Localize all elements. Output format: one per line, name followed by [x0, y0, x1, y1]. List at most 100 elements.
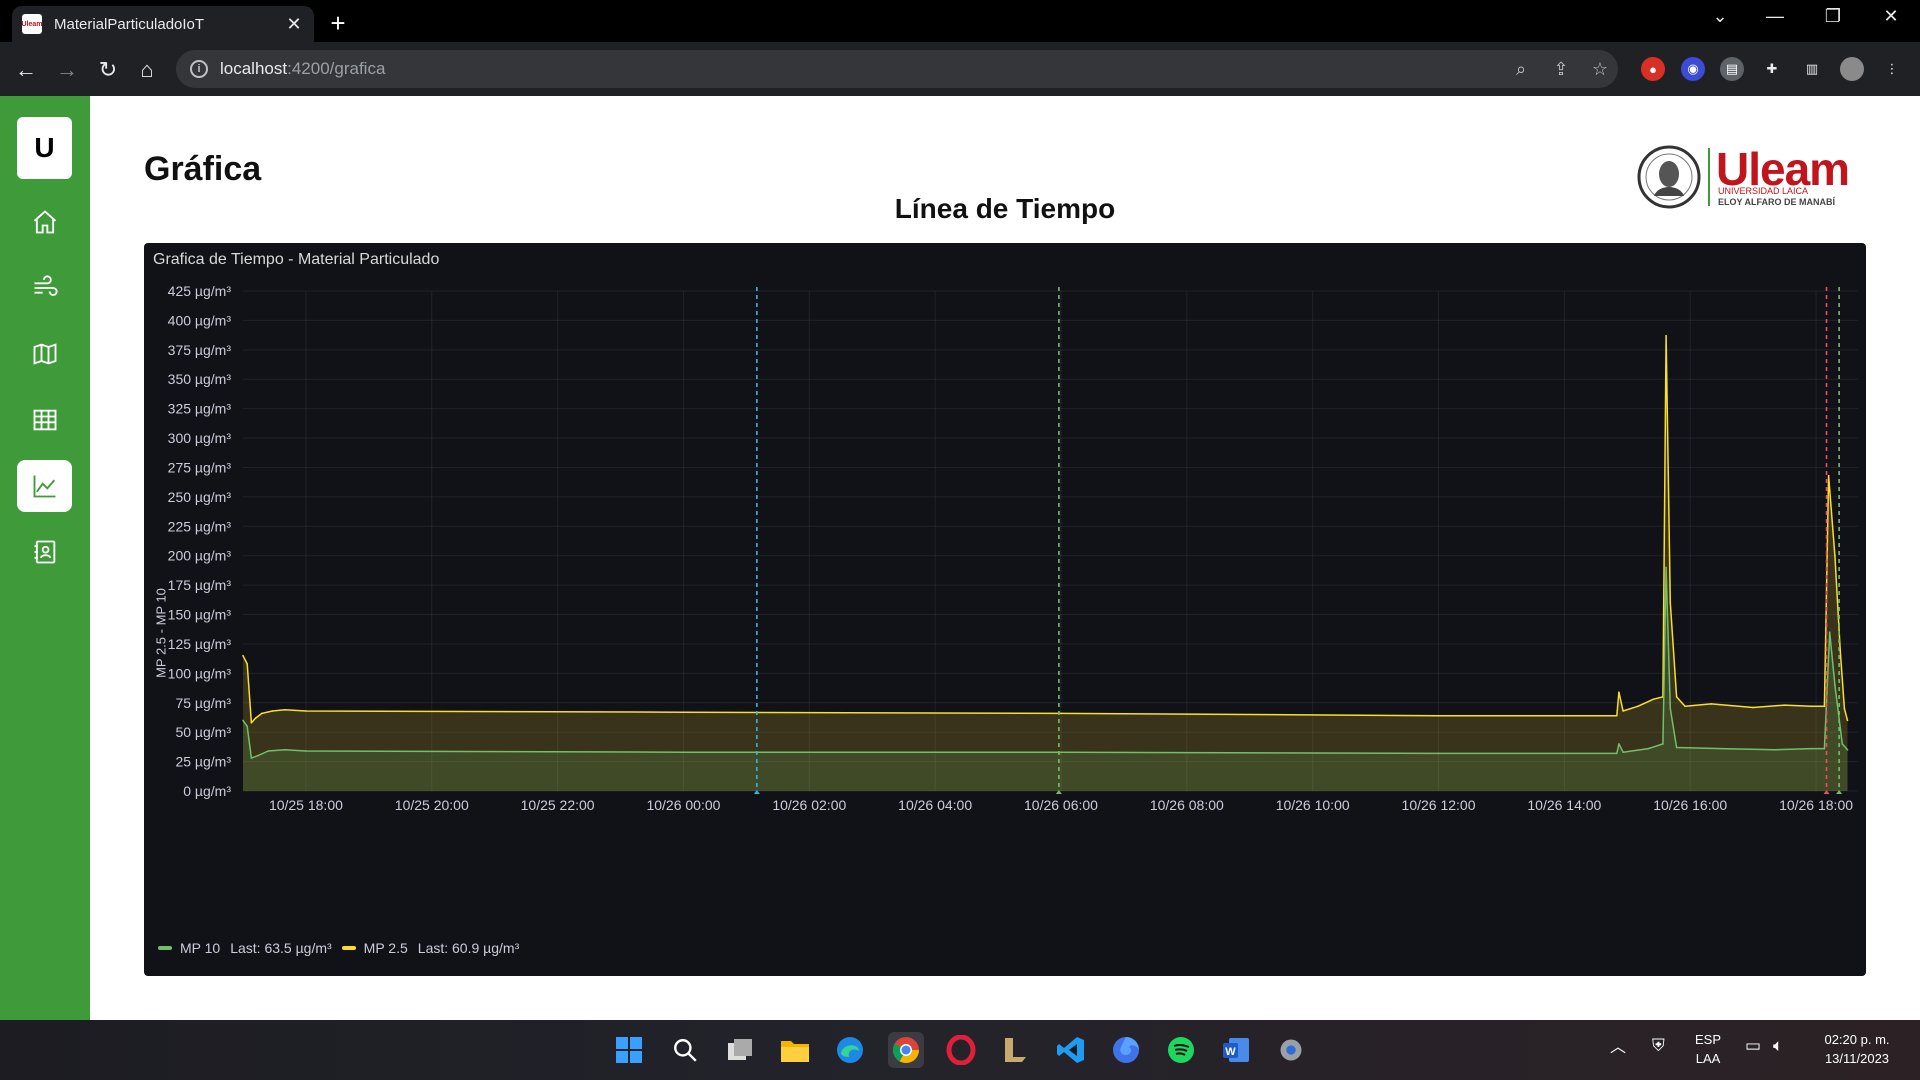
contacts-icon — [34, 540, 55, 564]
forward-icon[interactable]: → — [51, 54, 83, 86]
data-point — [1060, 712, 1062, 715]
sidebar: U — [0, 96, 90, 1020]
legend-item-mp25[interactable]: MP 2.5 Last: 60.9 µg/m³ — [341, 940, 519, 956]
browser-tab-strip: Uleam MaterialParticuladoIoT ✕ + ⌄ — ❐ ✕ — [0, 0, 1920, 42]
x-tick-label: 10/26 18:00 — [1779, 797, 1853, 813]
site-info-icon[interactable]: i — [190, 60, 208, 78]
tab-close-icon[interactable]: ✕ — [284, 14, 304, 35]
x-tick-label: 10/26 12:00 — [1402, 797, 1476, 813]
edge-icon[interactable] — [832, 1032, 868, 1068]
home-icon[interactable]: ⌂ — [131, 54, 163, 86]
table-icon — [33, 409, 56, 431]
data-point — [305, 750, 307, 752]
browser-tab[interactable]: Uleam MaterialParticuladoIoT ✕ — [12, 6, 314, 42]
y-tick-label: 25 µg/m³ — [175, 754, 231, 770]
data-point — [246, 725, 248, 728]
extensions-puzzle-icon[interactable]: ✚ — [1760, 57, 1784, 81]
chart-icon — [33, 475, 55, 498]
app-logo[interactable]: U — [17, 117, 72, 179]
data-point — [1622, 710, 1624, 712]
chrome-icon[interactable] — [888, 1032, 924, 1068]
logo-divider — [1708, 148, 1710, 206]
reload-icon[interactable]: ↻ — [92, 54, 124, 86]
sidebar-item-map[interactable] — [17, 328, 72, 380]
data-point — [1834, 554, 1836, 557]
sidebar-item-wind[interactable] — [17, 262, 72, 314]
favicon-icon: Uleam — [22, 14, 43, 34]
data-point — [1841, 743, 1844, 745]
data-point — [1823, 705, 1826, 708]
bookmark-star-icon[interactable]: ☆ — [1589, 59, 1611, 80]
sidebar-item-contacts[interactable] — [17, 526, 72, 578]
data-point — [1783, 704, 1786, 706]
x-tick-label: 10/26 00:00 — [646, 797, 720, 813]
data-point — [1828, 631, 1831, 633]
volume-icon[interactable]: 🔈︎ — [1773, 1036, 1783, 1055]
zoom-icon[interactable]: ⌕ — [1510, 59, 1532, 80]
chart-panel: Grafica de Tiempo - Material Particulado… — [144, 243, 1866, 976]
university-seal-icon — [1637, 145, 1701, 209]
series-area-mp25 — [243, 335, 1848, 791]
windows-start-icon[interactable] — [611, 1032, 647, 1068]
y-tick-label: 350 µg/m³ — [168, 371, 232, 387]
data-point — [1615, 752, 1618, 755]
address-bar[interactable]: i localhost:4200/grafica ⌕ ⇪ ☆ — [176, 50, 1618, 88]
sidebar-item-home[interactable] — [17, 196, 72, 248]
legend-label: MP 10 — [180, 940, 221, 956]
data-point — [1843, 707, 1846, 710]
data-point — [1827, 474, 1830, 477]
data-point — [1773, 749, 1775, 751]
profile-avatar[interactable] — [1840, 57, 1864, 81]
file-explorer-icon[interactable] — [777, 1032, 813, 1068]
input-language[interactable]: ESP LAA — [1695, 1030, 1721, 1068]
data-point — [1622, 751, 1624, 753]
opera-icon[interactable] — [943, 1032, 979, 1068]
windows-taskbar: W ︿ ⛨ ESP LAA ▭ 🔈︎ 02:20 p. m. 13/11/202… — [0, 1020, 1920, 1080]
league-icon[interactable] — [998, 1032, 1034, 1068]
extension-gray-icon[interactable]: ▤ — [1720, 57, 1744, 81]
url-text: localhost:4200/grafica — [220, 59, 386, 78]
legend-item-mp10[interactable]: MP 10 Last: 63.5 µg/m³ — [158, 940, 332, 956]
side-panel-icon[interactable]: ▥ — [1800, 57, 1824, 81]
data-point — [1665, 566, 1667, 569]
sidebar-item-table[interactable] — [17, 394, 72, 446]
clock[interactable]: 02:20 p. m. 13/11/2023 — [1812, 1030, 1902, 1068]
x-tick-label: 10/26 04:00 — [898, 797, 972, 813]
tray-overflow-chevron-icon[interactable]: ︿ — [1610, 1038, 1626, 1057]
data-point — [305, 710, 307, 712]
extension-red-icon[interactable]: ● — [1641, 57, 1665, 81]
spotify-icon[interactable] — [1163, 1032, 1199, 1068]
network-icon[interactable]: ▭ — [1745, 1036, 1761, 1055]
vscode-icon[interactable] — [1053, 1032, 1089, 1068]
share-icon[interactable]: ⇪ — [1550, 59, 1572, 80]
new-tab-button[interactable]: + — [322, 8, 354, 39]
settings-icon[interactable] — [1273, 1032, 1309, 1068]
data-point — [267, 750, 269, 752]
data-point — [682, 751, 685, 753]
university-logo: Uleam UNIVERSIDAD LAICA ELOY ALFARO DE M… — [1636, 143, 1868, 209]
extension-blue-icon[interactable]: ◉ — [1681, 57, 1705, 81]
y-tick-label: 300 µg/m³ — [168, 430, 232, 446]
task-view-icon[interactable] — [722, 1032, 758, 1068]
browser-menu-icon[interactable]: ⋮ — [1880, 57, 1904, 81]
firefox-icon[interactable] — [1108, 1032, 1144, 1068]
data-point — [1618, 743, 1620, 745]
data-point — [284, 709, 286, 711]
y-tick-label: 100 µg/m³ — [168, 665, 232, 681]
back-icon[interactable]: ← — [10, 54, 42, 86]
series-area-mp10 — [243, 567, 1848, 791]
word-icon[interactable]: W — [1218, 1032, 1254, 1068]
y-tick-label: 400 µg/m³ — [168, 312, 232, 328]
search-icon[interactable] — [667, 1032, 703, 1068]
time-series-chart[interactable]: 0 µg/m³ 25 µg/m³ 50 µg/m³ 75 µg/m³ 100 µg/m³… — [144, 243, 1866, 976]
legend-swatch — [158, 946, 172, 950]
close-window-button[interactable]: ✕ — [1871, 6, 1911, 27]
x-tick-label: 10/26 16:00 — [1653, 797, 1727, 813]
tab-search-chevron-icon[interactable]: ⌄ — [1700, 6, 1740, 27]
data-point — [1834, 684, 1836, 686]
data-point — [1810, 747, 1812, 750]
minimize-button[interactable]: — — [1755, 6, 1795, 27]
sidebar-item-chart[interactable] — [17, 460, 72, 512]
security-shield-icon[interactable]: ⛨ — [1652, 1036, 1665, 1055]
restore-button[interactable]: ❐ — [1813, 6, 1853, 27]
